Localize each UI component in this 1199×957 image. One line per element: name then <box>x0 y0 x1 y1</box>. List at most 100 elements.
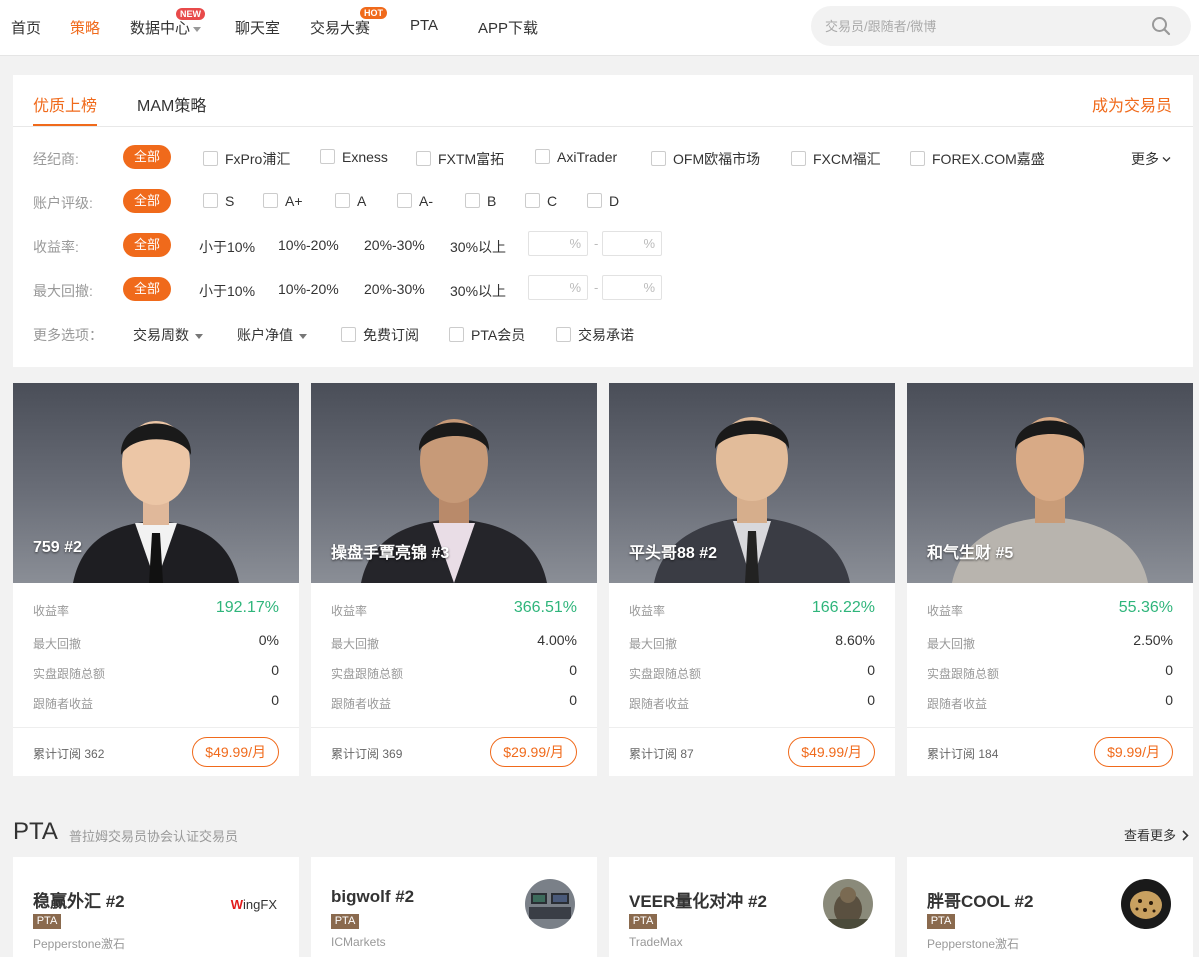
broker-checkbox[interactable]: FXCM福汇 <box>791 149 881 167</box>
drawdown-min-input[interactable]: % <box>528 275 588 300</box>
price-button[interactable]: $29.99/月 <box>490 737 577 767</box>
rating-all-button[interactable]: 全部 <box>123 189 171 213</box>
search-icon[interactable] <box>1151 16 1171 36</box>
trader-card[interactable]: 平头哥88 #2 收益率 166.22% 最大回撤 8.60% 实盘跟随总额 0 跟随… <box>609 383 895 776</box>
chevron-down-icon <box>195 333 203 339</box>
drawdown-range-option[interactable]: 小于10% <box>199 281 255 301</box>
stat-follower-profit: 跟随者收益 0 <box>331 692 577 712</box>
account-equity-dropdown[interactable]: 账户净值 <box>237 325 307 345</box>
return-min-input[interactable]: % <box>528 231 588 256</box>
divider <box>13 126 1193 127</box>
nav-chatroom[interactable]: 聊天室 <box>235 17 280 38</box>
view-more-label: 查看更多 <box>1123 828 1176 843</box>
pta-broker: TradeMax <box>629 935 683 949</box>
trader-card[interactable]: 759 #2 收益率 192.17% 最大回撤 0% 实盘跟随总额 0 跟随者收益 0 … <box>13 383 299 776</box>
pta-member-checkbox[interactable]: PTA会员 <box>449 325 525 343</box>
pta-view-more-link[interactable]: 查看更多 <box>1124 825 1189 844</box>
nav-app-download[interactable]: APP下载 <box>478 17 538 38</box>
rating-label: 账户评级: <box>33 195 93 211</box>
rating-checkbox[interactable]: A+ <box>263 193 303 211</box>
price-button[interactable]: $9.99/月 <box>1094 737 1173 767</box>
chevron-down-icon <box>299 333 307 339</box>
broker-option-label: FXTM富拓 <box>438 151 505 167</box>
broker-checkbox[interactable]: FOREX.COM嘉盛 <box>910 149 1045 167</box>
trader-card[interactable]: 操盘手覃亮锦 #3 收益率 366.51% 最大回撤 4.00% 实盘跟随总额 0 跟… <box>311 383 597 776</box>
return-range-option[interactable]: 20%-30% <box>364 237 425 253</box>
broker-filter-row: 经纪商: 全部 FxPro浦汇 Exness FXTM富拓 AxiTrader … <box>13 143 1193 171</box>
broker-checkbox[interactable]: Exness <box>320 149 388 167</box>
nav-strategy[interactable]: 策略 <box>70 17 100 38</box>
stat-label: 最大回撤 <box>927 637 976 651</box>
divider <box>907 727 1193 728</box>
return-range-option[interactable]: 小于10% <box>199 237 255 257</box>
pta-trader-card[interactable]: 胖哥COOL #2 PTA Pepperstone激石 <box>907 857 1193 957</box>
stat-label: 实盘跟随总额 <box>629 667 702 681</box>
divider <box>13 727 299 728</box>
stat-label: 收益率 <box>629 604 666 618</box>
trade-promise-checkbox[interactable]: 交易承诺 <box>556 325 634 343</box>
broker-checkbox[interactable]: OFM欧福市场 <box>651 149 760 167</box>
drawdown-range-option[interactable]: 30%以上 <box>450 281 506 301</box>
pta-badge: PTA <box>927 914 955 929</box>
rating-checkbox[interactable]: C <box>525 193 557 211</box>
drawdown-max-input[interactable]: % <box>602 275 662 300</box>
top-nav: 首页 策略 数据中心 NEW 聊天室 交易大赛 HOT PTA APP下载 <box>0 0 1199 56</box>
new-badge: NEW <box>176 8 205 20</box>
nav-pta[interactable]: PTA <box>410 17 438 34</box>
broker-option-label: FXCM福汇 <box>813 151 881 167</box>
subscription-count: 累计订阅 362 <box>33 745 104 762</box>
price-button[interactable]: $49.99/月 <box>788 737 875 767</box>
stat-label: 收益率 <box>331 604 368 618</box>
pta-trader-card[interactable]: VEER量化对冲 #2 PTA TradeMax <box>609 857 895 957</box>
return-range-option[interactable]: 30%以上 <box>450 237 506 257</box>
stat-value: 0 <box>867 662 875 678</box>
broker-checkbox[interactable]: FxPro浦汇 <box>203 149 290 167</box>
stat-value: 0 <box>1165 692 1173 708</box>
stat-value: 4.00% <box>537 632 577 648</box>
trader-card[interactable]: 和气生财 #5 收益率 55.36% 最大回撤 2.50% 实盘跟随总额 0 跟随者收… <box>907 383 1193 776</box>
stat-label: 跟随者收益 <box>331 697 392 711</box>
rating-checkbox[interactable]: B <box>465 193 496 211</box>
pta-broker: ICMarkets <box>331 935 386 949</box>
stat-value: 0 <box>867 692 875 708</box>
drawdown-range-option[interactable]: 20%-30% <box>364 281 425 297</box>
become-trader-link[interactable]: 成为交易员 <box>1092 92 1172 116</box>
more-brokers-button[interactable]: 更多 <box>1131 149 1171 169</box>
return-range-option[interactable]: 10%-20% <box>278 237 339 253</box>
nav-contest[interactable]: 交易大赛 <box>310 17 370 38</box>
drawdown-range-option[interactable]: 10%-20% <box>278 281 339 297</box>
logo-text: ingFX <box>243 897 277 912</box>
stat-label: 实盘跟随总额 <box>927 667 1000 681</box>
trading-weeks-dropdown[interactable]: 交易周数 <box>133 325 203 345</box>
nav-home[interactable]: 首页 <box>11 17 41 38</box>
nav-data-center[interactable]: 数据中心 <box>130 17 202 38</box>
return-filter-row: 收益率: 全部 小于10% 10%-20% 20%-30% 30%以上 % - … <box>13 231 1193 259</box>
more-options-label: 更多选项： <box>33 327 103 343</box>
pta-badge: PTA <box>33 914 61 929</box>
rating-checkbox[interactable]: S <box>203 193 234 211</box>
pta-trader-card[interactable]: 稳赢外汇 #2 PTA Pepperstone激石 WingFX <box>13 857 299 957</box>
rating-option-label: S <box>225 193 235 209</box>
broker-all-button[interactable]: 全部 <box>123 145 171 169</box>
search-input[interactable] <box>825 16 1125 36</box>
pta-trader-card[interactable]: bigwolf #2 PTA ICMarkets <box>311 857 597 957</box>
search-bar <box>811 6 1191 46</box>
broker-option-label: FxPro浦汇 <box>225 151 291 167</box>
tab-mam[interactable]: MAM策略 <box>137 92 206 116</box>
free-subscribe-checkbox[interactable]: 免费订阅 <box>341 325 419 343</box>
tab-top-list[interactable]: 优质上榜 <box>33 92 97 116</box>
rating-checkbox[interactable]: D <box>587 193 619 211</box>
return-all-button[interactable]: 全部 <box>123 233 171 257</box>
stat-return: 收益率 55.36% <box>927 599 1173 619</box>
chevron-down-icon <box>193 26 202 32</box>
avatar <box>1121 879 1171 929</box>
broker-checkbox[interactable]: FXTM富拓 <box>416 149 504 167</box>
drawdown-all-button[interactable]: 全部 <box>123 277 171 301</box>
rating-checkbox[interactable]: A <box>335 193 366 211</box>
broker-checkbox[interactable]: AxiTrader <box>535 149 617 167</box>
rating-checkbox[interactable]: A- <box>397 193 433 211</box>
pta-trader-name: 胖哥COOL #2 <box>927 892 1034 911</box>
price-button[interactable]: $49.99/月 <box>192 737 279 767</box>
return-max-input[interactable]: % <box>602 231 662 256</box>
percent-unit: % <box>643 236 655 251</box>
